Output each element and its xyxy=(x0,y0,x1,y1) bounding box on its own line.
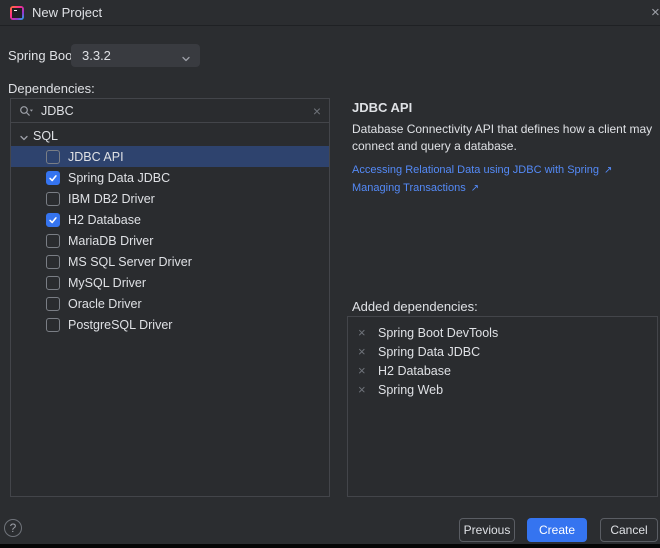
search-query-text: JDBC xyxy=(41,104,74,118)
chevron-down-icon xyxy=(181,52,191,67)
added-dependency-label: H2 Database xyxy=(378,364,451,378)
search-icon[interactable] xyxy=(19,105,34,117)
added-dependency-item: × Spring Boot DevTools xyxy=(348,323,657,342)
added-dependency-label: Spring Boot DevTools xyxy=(378,326,498,340)
external-link-icon: ↗ xyxy=(471,183,479,194)
dependency-description: Database Connectivity API that defines h… xyxy=(352,121,660,155)
dependencies-label: Dependencies: xyxy=(8,81,95,96)
external-link-icon: ↗ xyxy=(604,165,612,176)
doc-link-label: Managing Transactions xyxy=(352,182,466,194)
spring-boot-version-value: 3.3.2 xyxy=(82,48,111,63)
dependency-checkbox[interactable] xyxy=(46,171,60,185)
search-input[interactable]: JDBC × xyxy=(11,99,329,123)
dependency-checkbox[interactable] xyxy=(46,318,60,332)
dependency-item[interactable]: MariaDB Driver xyxy=(11,230,329,251)
doc-link-label: Accessing Relational Data using JDBC wit… xyxy=(352,164,599,176)
remove-dependency-icon[interactable]: × xyxy=(358,364,370,378)
dependency-checkbox[interactable] xyxy=(46,297,60,311)
dependency-checkbox[interactable] xyxy=(46,150,60,164)
added-dependency-label: Spring Data JDBC xyxy=(378,345,480,359)
dependency-checkbox[interactable] xyxy=(46,276,60,290)
added-dependency-item: × Spring Data JDBC xyxy=(348,342,657,361)
spring-boot-label: Spring Boot: xyxy=(8,48,80,63)
title-bar: New Project × xyxy=(0,0,660,26)
help-button[interactable]: ? xyxy=(4,519,22,537)
new-project-dialog: New Project × Spring Boot: 3.3.2 Depende… xyxy=(0,0,660,548)
previous-button[interactable]: Previous xyxy=(459,518,515,542)
create-button[interactable]: Create xyxy=(527,518,587,542)
doc-link[interactable]: Managing Transactions ↗ xyxy=(352,179,612,197)
dependency-label: H2 Database xyxy=(68,213,141,227)
dependency-checkbox[interactable] xyxy=(46,192,60,206)
added-dependencies-panel: × Spring Boot DevTools × Spring Data JDB… xyxy=(347,316,658,497)
added-dependency-item: × Spring Web xyxy=(348,380,657,399)
dependencies-panel: JDBC × SQL JDBC API Spring Data JDBC IBM… xyxy=(10,98,330,497)
dependency-checkbox[interactable] xyxy=(46,234,60,248)
added-dependencies-label: Added dependencies: xyxy=(352,299,478,314)
dependency-item[interactable]: MySQL Driver xyxy=(11,272,329,293)
dependency-label: JDBC API xyxy=(68,150,124,164)
dependency-item[interactable]: H2 Database xyxy=(11,209,329,230)
dependency-checkbox[interactable] xyxy=(46,255,60,269)
remove-dependency-icon[interactable]: × xyxy=(358,383,370,397)
remove-dependency-icon[interactable]: × xyxy=(358,326,370,340)
doc-link[interactable]: Accessing Relational Data using JDBC wit… xyxy=(352,161,612,179)
dependency-item[interactable]: Oracle Driver xyxy=(11,293,329,314)
spring-boot-version-dropdown[interactable]: 3.3.2 xyxy=(71,44,200,67)
tree-items: JDBC API Spring Data JDBC IBM DB2 Driver… xyxy=(11,146,329,335)
doc-links: Accessing Relational Data using JDBC wit… xyxy=(352,161,612,197)
added-dependency-label: Spring Web xyxy=(378,383,443,397)
dependency-label: MariaDB Driver xyxy=(68,234,153,248)
dependency-item[interactable]: IBM DB2 Driver xyxy=(11,188,329,209)
clear-search-icon[interactable]: × xyxy=(313,103,321,119)
dependency-item[interactable]: JDBC API xyxy=(11,146,329,167)
intellij-app-icon xyxy=(10,6,24,20)
dependency-label: MySQL Driver xyxy=(68,276,146,290)
tree-group-label: SQL xyxy=(33,129,58,143)
dependency-label: MS SQL Server Driver xyxy=(68,255,192,269)
dependency-checkbox[interactable] xyxy=(46,213,60,227)
bottom-edge xyxy=(0,544,660,548)
window-title: New Project xyxy=(32,5,102,20)
dependency-label: Oracle Driver xyxy=(68,297,142,311)
dependency-item[interactable]: PostgreSQL Driver xyxy=(11,314,329,335)
dependency-detail-title: JDBC API xyxy=(352,100,412,115)
dependency-item[interactable]: MS SQL Server Driver xyxy=(11,251,329,272)
cancel-button[interactable]: Cancel xyxy=(600,518,658,542)
dependency-label: PostgreSQL Driver xyxy=(68,318,172,332)
added-dependency-item: × H2 Database xyxy=(348,361,657,380)
tree-group-sql[interactable]: SQL xyxy=(11,125,329,146)
dependency-label: Spring Data JDBC xyxy=(68,171,170,185)
dependency-label: IBM DB2 Driver xyxy=(68,192,155,206)
dependency-item[interactable]: Spring Data JDBC xyxy=(11,167,329,188)
chevron-expanded-icon[interactable] xyxy=(19,131,29,141)
remove-dependency-icon[interactable]: × xyxy=(358,345,370,359)
dependencies-tree: SQL JDBC API Spring Data JDBC IBM DB2 Dr… xyxy=(11,124,329,335)
close-icon[interactable]: × xyxy=(651,5,660,21)
